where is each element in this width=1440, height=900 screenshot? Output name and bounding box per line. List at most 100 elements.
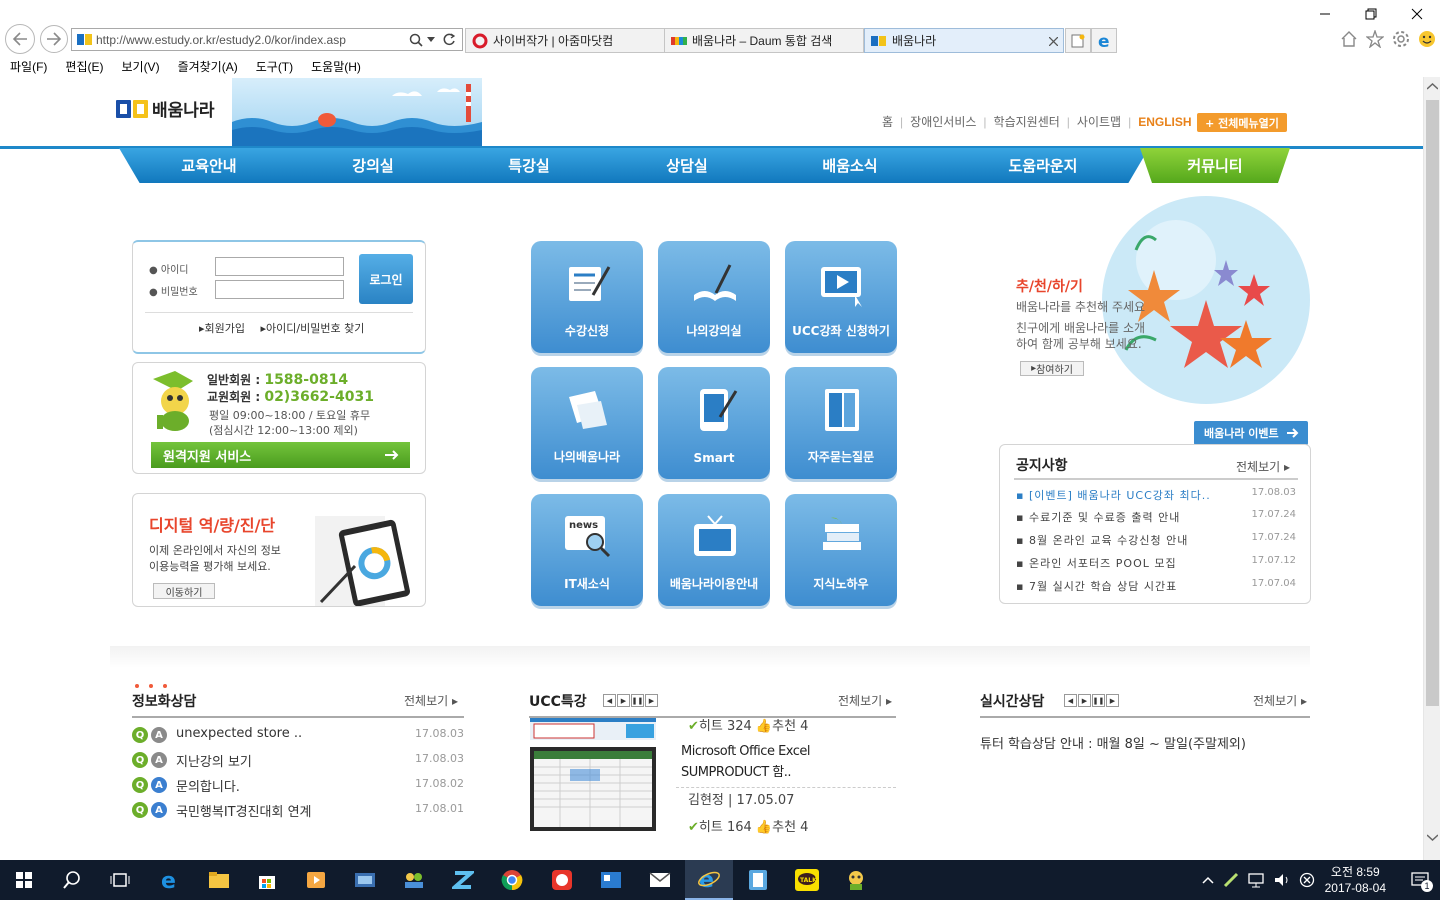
prev-icon[interactable]: ◀ [1064, 694, 1077, 707]
qna-more-link[interactable]: 전체보기 ▸ [404, 692, 458, 709]
notice-row[interactable]: ▪ [이벤트] 배움나라 UCC강좌 최다.. 17.08.03 [1016, 487, 1296, 503]
link-support-center[interactable]: 학습지원센터 [994, 113, 1060, 130]
login-button[interactable]: 로그인 [359, 254, 413, 304]
ucc-item-title-1[interactable]: Microsoft Office Excel [681, 744, 811, 759]
next-end-icon[interactable]: ▶ [645, 694, 658, 707]
nav-classroom[interactable]: 강의실 [299, 148, 447, 183]
minimize-button[interactable] [1302, 0, 1348, 28]
tile-course-registration[interactable]: 수강신청 [531, 241, 643, 353]
menu-file[interactable]: 파일(F) [0, 56, 55, 76]
tab-3[interactable]: 배움나라 [864, 28, 1064, 53]
taskbar-app-4[interactable] [538, 860, 586, 900]
digital-go-button[interactable]: 이동하기 [153, 583, 215, 599]
address-url[interactable]: http://www.estudy.or.kr/estudy2.0/kor/in… [96, 33, 346, 47]
taskbar-ie-active[interactable]: e [685, 860, 733, 900]
nav-counseling[interactable]: 상담실 [611, 148, 763, 183]
ucc-thumbnail-2[interactable] [530, 747, 656, 831]
tile-smart[interactable]: Smart [658, 367, 770, 479]
home-icon[interactable] [1340, 30, 1358, 48]
feedback-smiley-icon[interactable] [1418, 30, 1436, 48]
realtime-text[interactable]: 튜터 학습상담 안내 : 매월 8일 ~ 말일(주말제외) [980, 733, 1246, 752]
tile-usage-guide[interactable]: 배움나라이용안내 [658, 494, 770, 606]
notice-row[interactable]: ▪ 온라인 서포터즈 POOL 모집 17.07.12 [1016, 555, 1296, 571]
menu-favorites[interactable]: 즐겨찾기(A) [168, 56, 246, 76]
taskbar-search[interactable] [48, 860, 96, 900]
taskbar-mail[interactable] [636, 860, 684, 900]
vertical-scrollbar[interactable] [1423, 77, 1440, 860]
tile-ucc-apply[interactable]: UCC강좌 신청하기 [785, 241, 897, 353]
link-home[interactable]: 홈 [882, 113, 893, 130]
taskbar-app-5[interactable] [587, 860, 635, 900]
site-logo[interactable]: 배움나라 [116, 96, 215, 121]
nav-education[interactable]: 교육안내 [119, 148, 299, 183]
forward-button[interactable] [40, 25, 68, 53]
back-button[interactable] [5, 24, 35, 54]
pause-icon[interactable]: ❚❚ [1092, 694, 1105, 707]
nav-community[interactable]: 커뮤니티 [1140, 148, 1290, 183]
qna-row[interactable]: Q A 지난강의 보기 17.08.03 [132, 750, 464, 770]
address-bar[interactable]: http://www.estudy.or.kr/estudy2.0/kor/in… [71, 28, 463, 51]
next-icon[interactable]: ▶ [1078, 694, 1091, 707]
taskbar-app-1[interactable] [341, 860, 389, 900]
find-account-link[interactable]: ▸아이디/비밀번호 찾기 [261, 322, 371, 335]
menu-help[interactable]: 도움말(H) [301, 56, 369, 76]
taskbar-chrome[interactable] [488, 860, 536, 900]
qna-row[interactable]: Q A 문의합니다. 17.08.02 [132, 775, 464, 795]
tile-it-news[interactable]: news IT새소식 [531, 494, 643, 606]
nav-news[interactable]: 배움소식 [763, 148, 937, 183]
recommend-banner[interactable]: 추/천/하/기 배움나라를 추천해 주세요 친구에게 배움나라를 소개 하여 함… [1000, 190, 1310, 420]
id-input[interactable] [215, 257, 344, 276]
qna-row[interactable]: Q A 국민행복IT경진대회 연계 17.08.01 [132, 800, 464, 820]
ucc-item-title-2[interactable]: SUMPRODUCT 함.. [681, 761, 792, 780]
scrollbar-thumb[interactable] [1426, 100, 1439, 706]
menu-view[interactable]: 보기(V) [111, 56, 167, 76]
notice-row[interactable]: ▪ 수료기준 및 수료증 출력 안내 17.07.24 [1016, 509, 1296, 525]
taskbar-app-2[interactable] [390, 860, 438, 900]
link-sitemap[interactable]: 사이트맵 [1077, 113, 1121, 130]
notice-more-link[interactable]: 전체보기 ▸ [1236, 458, 1290, 475]
network-icon[interactable] [1247, 872, 1265, 888]
close-button[interactable] [1394, 0, 1440, 28]
remote-support-button[interactable]: 원격지원 서비스 [151, 442, 410, 468]
taskbar-explorer[interactable] [195, 860, 243, 900]
join-link[interactable]: ▸회원가입 [199, 322, 251, 335]
restore-button[interactable] [1348, 0, 1394, 28]
event-button[interactable]: 배움나라 이벤트 [1194, 421, 1308, 445]
close-tab-icon[interactable] [1049, 37, 1058, 46]
pause-icon[interactable]: ❚❚ [631, 694, 644, 707]
taskbar-app-6[interactable] [734, 860, 782, 900]
tab-1[interactable]: 사이버작가 | 아줌마닷컴 [465, 28, 665, 53]
favorites-star-icon[interactable] [1366, 30, 1384, 48]
taskbar-media[interactable] [292, 860, 340, 900]
ie-tab-button[interactable]: e [1091, 28, 1117, 53]
notice-row[interactable]: ▪ 7월 실시간 학습 상담 시간표 17.07.04 [1016, 578, 1296, 594]
ime-icon[interactable] [1299, 872, 1315, 888]
volume-icon[interactable] [1273, 872, 1291, 888]
tab-2[interactable]: 배움나라 – Daum 통합 검색 [664, 28, 864, 53]
prev-icon[interactable]: ◀ [603, 694, 616, 707]
nav-special-lecture[interactable]: 특강실 [447, 148, 611, 183]
clock[interactable]: 오전 8:59 2017-08-04 [1325, 864, 1386, 896]
menu-tools[interactable]: 도구(T) [246, 56, 301, 76]
ucc-more-link[interactable]: 전체보기 ▸ [838, 692, 892, 709]
pen-icon[interactable] [1223, 872, 1239, 888]
ucc-thumbnail-1[interactable] [530, 718, 656, 740]
task-view-button[interactable] [96, 860, 144, 900]
digital-assessment-box[interactable]: 디지털 역/량/진/단 이제 온라인에서 자신의 정보 이용능력을 평가해 보세… [132, 493, 426, 607]
taskbar-app-3[interactable] [439, 860, 487, 900]
tile-my-classroom[interactable]: 나의강의실 [658, 241, 770, 353]
settings-gear-icon[interactable] [1392, 30, 1410, 48]
search-icon[interactable] [409, 33, 423, 47]
new-tab-button[interactable] [1065, 28, 1091, 53]
taskbar-kakaotalk[interactable]: TALK [783, 860, 831, 900]
tile-my-baeumnara[interactable]: 나의배움나라 [531, 367, 643, 479]
next-end-icon[interactable]: ▶ [1106, 694, 1119, 707]
password-input[interactable] [215, 280, 344, 299]
nav-help-lounge[interactable]: 도움라운지 [937, 148, 1149, 183]
taskbar-edge[interactable]: e [146, 860, 194, 900]
full-menu-button[interactable]: + 전체메뉴열기 [1197, 113, 1287, 132]
scroll-down-icon[interactable] [1427, 834, 1438, 841]
tile-knowhow[interactable]: 지식노하우 [785, 494, 897, 606]
refresh-icon[interactable] [443, 33, 456, 47]
tile-faq[interactable]: 자주묻는질문 [785, 367, 897, 479]
